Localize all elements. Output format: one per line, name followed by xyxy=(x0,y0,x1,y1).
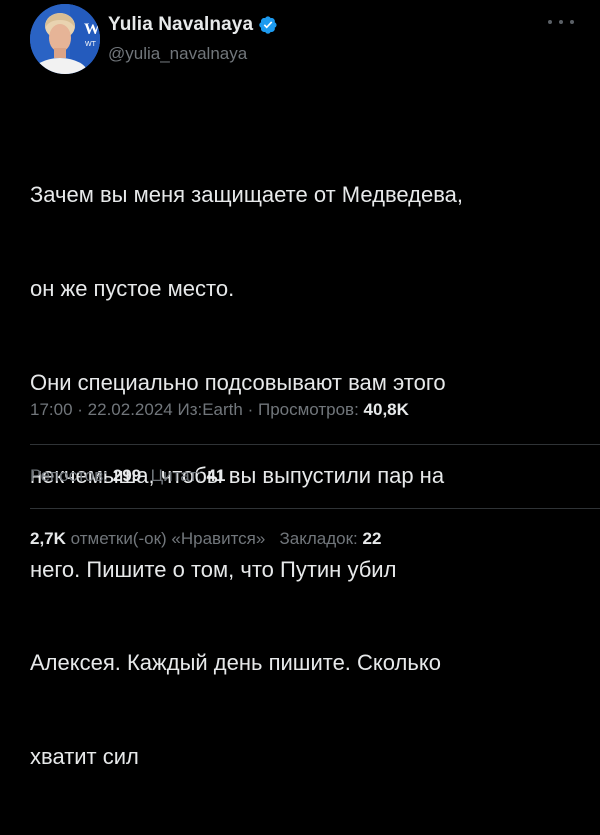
tweet-time[interactable]: 17:00 xyxy=(30,400,73,419)
reposts-count: 299 xyxy=(112,466,142,485)
bookmarks-label: Закладок: xyxy=(279,529,363,548)
avatar-image: W WT xyxy=(30,4,100,74)
reposts-label: Репостов: xyxy=(30,466,113,485)
likes-label: отметки(-ок) «Нравится» xyxy=(65,529,266,548)
tweet-text-line: Они специально подсовывают вам этого xyxy=(30,369,446,395)
reposts-link[interactable]: Репостов: 299 xyxy=(30,466,141,485)
quotes-count: 41 xyxy=(206,466,226,485)
tweet-text-line: хватит сил xyxy=(30,743,139,769)
author-avatar[interactable]: W WT xyxy=(30,4,100,74)
more-options-button[interactable] xyxy=(548,14,574,30)
divider xyxy=(30,444,600,445)
tweet-card: W WT Yulia Navalnaya @yulia_navalnaya За… xyxy=(0,0,600,769)
like-bookmark-stats: 2,7K отметки(-ок) «Нравится» Закладок: 2… xyxy=(30,529,381,549)
author-handle[interactable]: @yulia_navalnaya xyxy=(108,44,247,64)
verified-badge-icon xyxy=(258,15,278,35)
views-label: Просмотров: xyxy=(257,400,364,419)
tweet-text-line: Зачем вы меня защищаете от Медведева, xyxy=(30,182,464,208)
more-dot-icon xyxy=(559,20,563,24)
bookmarks-link[interactable]: Закладок: 22 xyxy=(280,529,382,548)
more-dot-icon xyxy=(570,20,574,24)
tweet-meta: 17:00 · 22.02.2024 Из:Earth · Просмотров… xyxy=(30,400,409,420)
meta-separator: · xyxy=(72,400,88,419)
tweet-text-line: Алексея. Каждый день пишите. Сколько xyxy=(30,650,441,676)
tweet-text-line: он же пустое место. xyxy=(30,276,235,301)
tweet-date[interactable]: 22.02.2024 xyxy=(88,400,173,419)
svg-text:WT: WT xyxy=(85,41,97,48)
source-prefix: Из: xyxy=(172,400,203,419)
more-dot-icon xyxy=(548,20,552,24)
tweet-source: Earth xyxy=(202,400,243,419)
divider xyxy=(30,508,600,509)
views-count[interactable]: 40,8K xyxy=(364,400,409,419)
tweet-text-line: него. Пишите о том, что Путин убил xyxy=(30,556,397,582)
author-display-name[interactable]: Yulia Navalnaya xyxy=(108,14,253,36)
avatar-logo-letter: W xyxy=(84,21,100,38)
likes-count: 2,7K xyxy=(30,529,66,548)
repost-quote-stats: Репостов: 299 Цитат: 41 xyxy=(30,466,225,486)
meta-separator: · xyxy=(242,400,258,419)
author-name-row: Yulia Navalnaya xyxy=(108,12,278,38)
bookmarks-count: 22 xyxy=(362,529,382,548)
quotes-label: Цитат: xyxy=(150,466,207,485)
quotes-link[interactable]: Цитат: 41 xyxy=(151,466,226,485)
likes-link[interactable]: 2,7K отметки(-ок) «Нравится» xyxy=(30,529,265,548)
